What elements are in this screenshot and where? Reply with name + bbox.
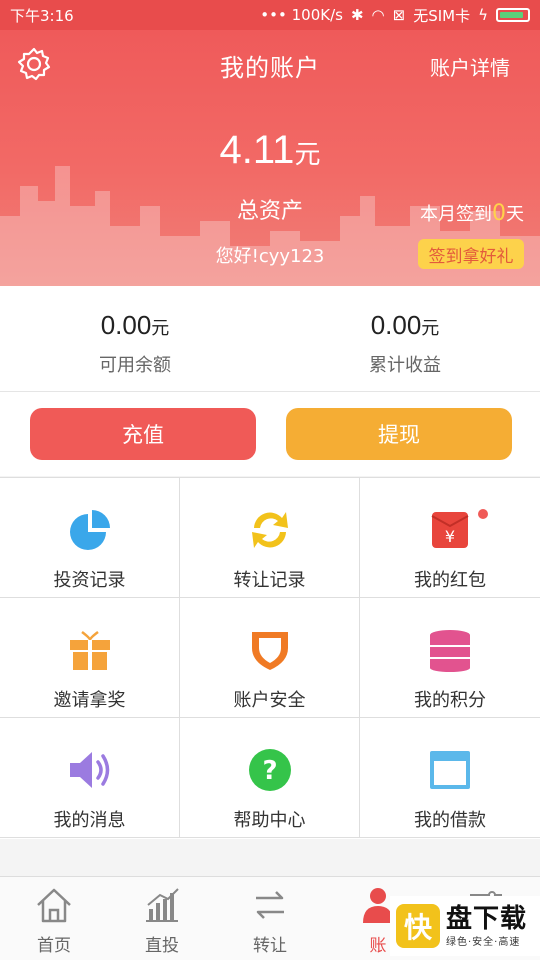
menu-item-label: 投资记录 (53, 570, 126, 591)
gear-icon[interactable] (16, 46, 52, 82)
tab-label: 转让 (253, 936, 287, 956)
tab-home[interactable]: 首页 (0, 877, 108, 960)
available-balance-label: 可用余额 (99, 355, 171, 376)
svg-text:?: ? (262, 756, 277, 786)
watermark-brand: 盘下载 (446, 903, 528, 934)
recharge-button[interactable]: 充值 (30, 408, 256, 460)
checkin-suffix: 天 (506, 204, 524, 225)
action-buttons: 充值 提现 (0, 392, 540, 476)
menu-item-account-security[interactable]: 账户安全 (180, 598, 360, 718)
watermark-tagline: 绿色·安全·高速 (446, 936, 521, 948)
carrier-text: 无SIM卡 (413, 6, 471, 25)
menu-item-messages[interactable]: 我的消息 (0, 718, 180, 838)
menu-item-invite-rewards[interactable]: 邀请拿奖 (0, 598, 180, 718)
accumulated-earnings: 0.00元 累计收益 (270, 286, 540, 391)
available-balance: 0.00元 可用余额 (0, 286, 270, 391)
shield-icon (251, 632, 288, 670)
status-indicators: ••• 100K/s ✱ ◠ ⊠ 无SIM卡 ϟ (260, 5, 530, 26)
sim-icon: ⊠ (392, 6, 406, 24)
watermark-text: 盘下载 绿色·安全·高速 (446, 905, 527, 948)
withdraw-button[interactable]: 提现 (286, 408, 512, 460)
home-icon (37, 888, 71, 923)
transfer-icon (256, 891, 284, 919)
menu-item-label: 我的积分 (414, 690, 486, 711)
tab-transfer[interactable]: 转让 (216, 877, 324, 960)
menu-item-label: 邀请拿奖 (53, 690, 126, 711)
speaker-icon (69, 752, 109, 788)
bar-chart-icon (146, 888, 179, 922)
help-icon: ? (248, 749, 291, 791)
checkin-prefix: 本月签到 (420, 204, 492, 225)
menu-item-label: 我的消息 (53, 810, 126, 831)
total-assets-value: 4.11 (219, 128, 295, 172)
tab-direct-invest[interactable]: 直投 (108, 877, 216, 960)
menu-item-transfer-records[interactable]: 转让记录 (180, 478, 360, 598)
menu-item-loans[interactable]: 我的借款 (360, 718, 540, 838)
exchange-arrows-icon (251, 512, 288, 548)
available-balance-unit: 元 (151, 318, 170, 339)
balance-summary: 0.00元 可用余额 0.00元 累计收益 (0, 286, 540, 392)
tab-label: 账 (369, 936, 387, 956)
tab-label: 直投 (145, 936, 179, 956)
accumulated-earnings-unit: 元 (421, 318, 440, 339)
charging-icon: ϟ (478, 6, 488, 24)
account-details-link[interactable]: 账户详情 (430, 52, 510, 81)
notification-dot (478, 509, 488, 519)
total-assets-amount: 4.11元 (0, 128, 540, 173)
watermark-mark: 快 (396, 904, 440, 948)
status-bar: 下午3:16 ••• 100K/s ✱ ◠ ⊠ 无SIM卡 ϟ (0, 0, 540, 30)
battery-icon (496, 8, 530, 22)
gift-icon (69, 631, 110, 670)
checkin-days: 0 (492, 201, 506, 226)
page-title: 我的账户 (220, 53, 320, 82)
coin-stack-icon (430, 630, 470, 672)
feature-menu-grid: 投资记录 转让记录 ¥ 我的红包 邀请拿奖 账户安全 我的积分 我的消息 ? 帮… (0, 477, 540, 839)
accumulated-earnings-label: 累计收益 (369, 355, 441, 376)
svg-text:¥: ¥ (445, 527, 455, 546)
checkin-button[interactable]: 签到拿好礼 (418, 239, 524, 269)
total-assets-unit: 元 (294, 140, 321, 170)
available-balance-value: 0.00 (100, 310, 152, 340)
tab-label: 首页 (37, 936, 71, 956)
menu-item-investment-records[interactable]: 投资记录 (0, 478, 180, 598)
menu-item-label: 帮助中心 (233, 810, 306, 831)
network-speed: ••• 100K/s (260, 6, 343, 24)
wifi-icon: ◠ (371, 6, 385, 24)
menu-item-help-center[interactable]: ? 帮助中心 (180, 718, 360, 838)
watermark-logo: 快 盘下载 绿色·安全·高速 (390, 896, 540, 956)
bluetooth-icon: ✱ (350, 6, 364, 24)
red-envelope-icon: ¥ (431, 512, 469, 548)
pie-chart-icon (69, 510, 110, 550)
menu-item-label: 转让记录 (233, 570, 306, 591)
menu-item-red-envelopes[interactable]: ¥ 我的红包 (360, 478, 540, 598)
menu-item-label: 我的借款 (414, 810, 486, 831)
menu-item-label: 我的红包 (414, 570, 486, 591)
accumulated-earnings-value: 0.00 (370, 310, 422, 340)
menu-item-label: 账户安全 (233, 690, 306, 711)
header-bar: 我的账户 账户详情 (0, 30, 540, 100)
status-time: 下午3:16 (10, 6, 74, 25)
menu-item-points[interactable]: 我的积分 (360, 598, 540, 718)
monthly-checkin-status: 本月签到0天 (420, 200, 524, 226)
account-header: 我的账户 账户详情 4.11元 总资产 您好!cyy123 本月签到0天 签到拿… (0, 30, 540, 286)
window-icon (430, 751, 470, 789)
